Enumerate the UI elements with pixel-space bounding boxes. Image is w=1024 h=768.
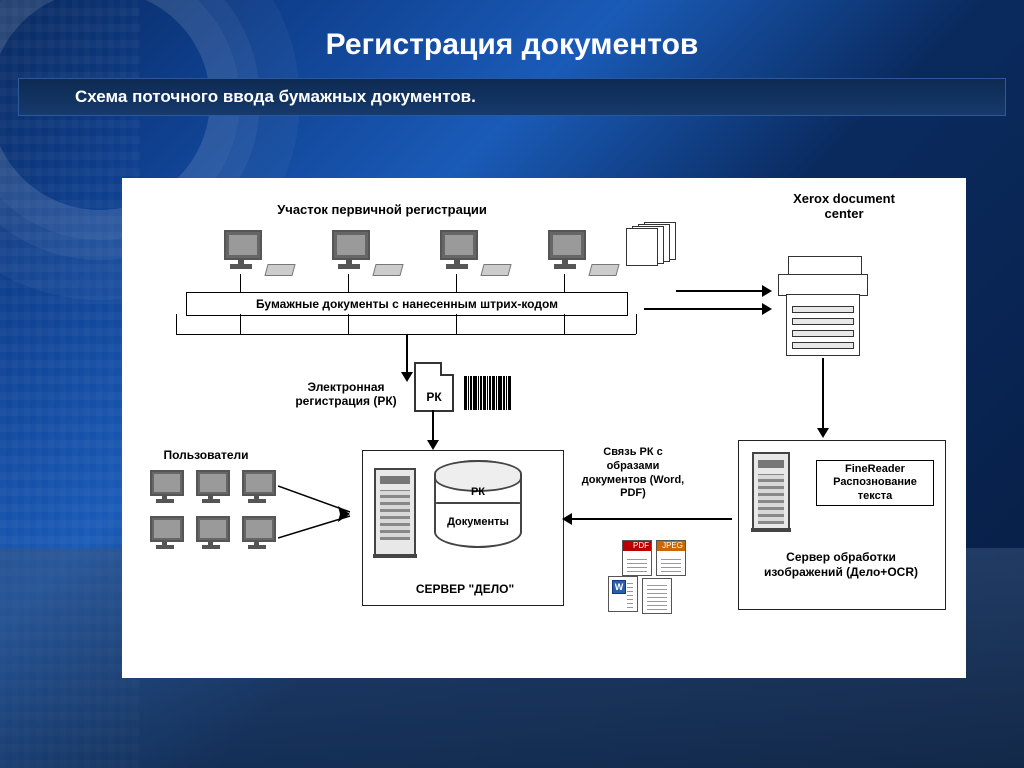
document-stack-icon	[626, 222, 674, 260]
arrowhead-icon	[762, 303, 772, 315]
arrow	[406, 334, 408, 372]
database-icon: РК Документы	[434, 460, 522, 548]
slide-title: Регистрация документов	[0, 28, 1024, 62]
keyboard-icon	[480, 264, 511, 276]
user-pc-icon	[146, 470, 184, 506]
diagram-canvas: Участок первичной регистрации Xerox docu…	[122, 178, 966, 678]
subtitle-text: Схема поточного ввода бумажных документо…	[75, 87, 476, 107]
rk-card-icon: РК	[414, 362, 454, 412]
workstation-icon	[434, 230, 480, 272]
connector	[348, 314, 349, 334]
connector	[636, 314, 637, 334]
keyboard-icon	[372, 264, 403, 276]
label-ocr-server: Сервер обработки изображений (Дело+OCR)	[748, 550, 934, 580]
user-pc-icon	[192, 470, 230, 506]
connector	[348, 274, 349, 292]
connector	[240, 274, 241, 292]
label-ereg: Электронная регистрация (РК)	[286, 380, 406, 409]
word-file-icon: W	[608, 576, 638, 612]
arrowhead-icon	[427, 440, 439, 450]
server-tower-icon	[752, 452, 790, 530]
banner-barcode-docs: Бумажные документы с нанесенным штрих-ко…	[186, 292, 628, 316]
label-users: Пользователи	[146, 448, 266, 462]
connector	[240, 314, 241, 334]
user-pc-icon	[238, 470, 276, 506]
label-server-delo: СЕРВЕР "ДЕЛО"	[390, 582, 540, 596]
text-file-icon	[642, 578, 672, 614]
connector	[456, 274, 457, 292]
arrow	[822, 358, 824, 428]
arrowhead-icon	[817, 428, 829, 438]
connector	[176, 314, 177, 334]
workstation-icon	[326, 230, 372, 272]
arrow	[432, 410, 434, 440]
workstation-icon	[218, 230, 264, 272]
keyboard-icon	[588, 264, 619, 276]
pdf-file-icon: PDF	[622, 540, 652, 576]
arrow	[644, 308, 762, 310]
connector	[564, 274, 565, 292]
user-pc-icon	[238, 516, 276, 552]
finereader-box: FineReader Распознование текста	[816, 460, 934, 506]
arrowhead-icon	[562, 513, 572, 525]
workstation-icon	[542, 230, 588, 272]
barcode-icon	[464, 376, 511, 410]
copier-icon	[778, 256, 868, 356]
label-xerox: Xerox document center	[784, 192, 904, 222]
label-primary-registration: Участок первичной регистрации	[242, 202, 522, 217]
connector	[564, 314, 565, 334]
subtitle-bar: Схема поточного ввода бумажных документо…	[18, 78, 1006, 116]
connector	[456, 314, 457, 334]
keyboard-icon	[264, 264, 295, 276]
user-pc-icon	[192, 516, 230, 552]
label-link-rk: Связь РК с образами документов (Word, PD…	[578, 446, 688, 501]
user-pc-icon	[146, 516, 184, 552]
arrow	[572, 518, 732, 520]
arrowhead-icon	[762, 285, 772, 297]
converge-arrows	[278, 478, 358, 558]
jpeg-file-icon: JPEG	[656, 540, 686, 576]
server-tower-icon	[374, 468, 416, 556]
arrow	[676, 290, 762, 292]
